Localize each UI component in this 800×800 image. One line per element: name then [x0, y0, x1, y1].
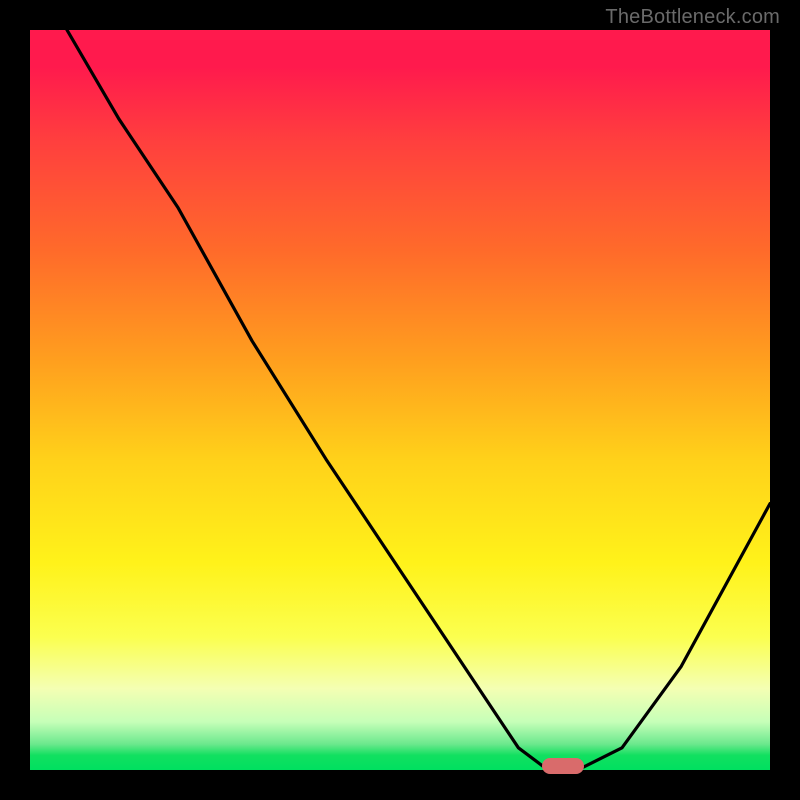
curve-svg — [30, 30, 770, 770]
plot-area — [30, 30, 770, 770]
chart-frame: TheBottleneck.com — [0, 0, 800, 800]
optimum-marker — [542, 758, 584, 774]
watermark-text: TheBottleneck.com — [605, 6, 780, 29]
bottleneck-curve-path — [67, 30, 770, 770]
